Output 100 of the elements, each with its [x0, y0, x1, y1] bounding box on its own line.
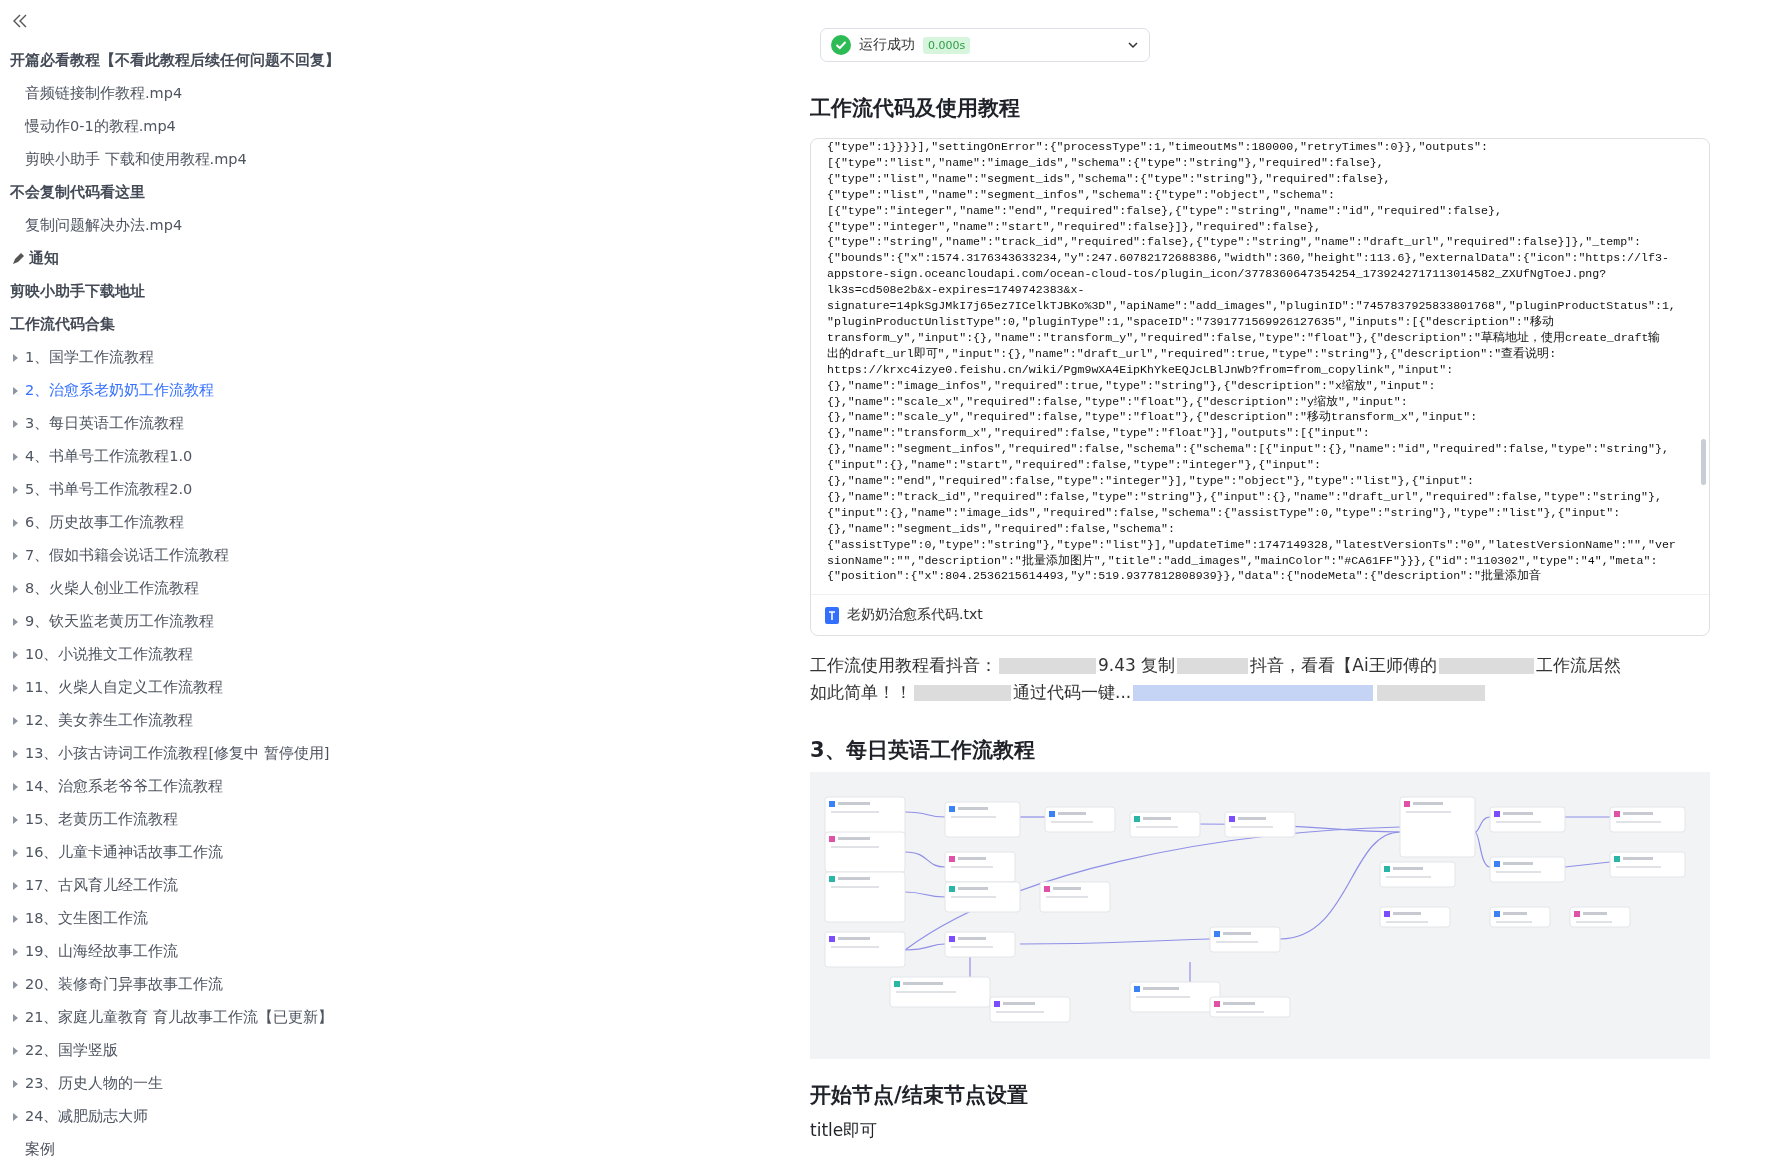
- caret-icon[interactable]: [11, 419, 19, 428]
- code-line: {"bounds":{"x":1574.3176343633234,"y":247.60782172688386,"width":360,"height":113.6},"externalData":{"icon":"https://lf3-: [827, 250, 1670, 267]
- sidebar-item[interactable]: 不会复制代码看这里: [8, 176, 800, 209]
- code-line: {"position":{"x":804.2536215614493,"y":519.9377812808939}},"data":{"nodeMeta":{"description":"批量添加音: [827, 568, 1542, 585]
- caret-icon[interactable]: [11, 518, 19, 527]
- sidebar-item[interactable]: 16、儿童卡通神话故事工作流: [8, 836, 800, 869]
- sidebar-item[interactable]: 工作流代码合集: [8, 308, 800, 341]
- caret-icon[interactable]: [11, 914, 19, 923]
- note-text: 抖音，看看【Ai王师傅的: [1250, 654, 1437, 677]
- caret-icon[interactable]: [11, 1046, 19, 1055]
- sidebar-item[interactable]: 3、每日英语工作流教程: [8, 407, 800, 440]
- sidebar-item[interactable]: 11、火柴人自定义工作流教程: [8, 671, 800, 704]
- sidebar-item[interactable]: 18、文生图工作流: [8, 902, 800, 935]
- code-line: transform_y","input":{},"name":"transform_y","required":false,"type":"float"},{"description":"草稿地址，使用create_draft输: [827, 329, 1662, 346]
- sidebar-item[interactable]: 7、假如书籍会说话工作流教程: [8, 539, 800, 572]
- note-text: 通过代码一键...: [1013, 681, 1132, 704]
- code-line: {"input":{},"name":"start","required":false,"type":"integer"},{"input":: [827, 457, 1322, 474]
- sidebar-item[interactable]: 19、山海经故事工作流: [8, 935, 800, 968]
- caret-icon[interactable]: [11, 1013, 19, 1022]
- caret-icon[interactable]: [11, 617, 19, 626]
- caret-icon[interactable]: [11, 452, 19, 461]
- pen-icon: [10, 250, 26, 267]
- code-line: {"type":1}}}}],"settingOnError":{"processType":1,"timeoutMs":180000,"retryTimes":0}},"outputs":: [827, 139, 1489, 155]
- sidebar-item[interactable]: 23、历史人物的一生: [8, 1067, 800, 1100]
- code-line: {"type":"string","name":"track_id","required":false},{"type":"string","name":"draft_url","required":false}]},"_temp":: [827, 234, 1642, 251]
- sidebar-item[interactable]: 6、历史故事工作流教程: [8, 506, 800, 539]
- sidebar-item[interactable]: 10、小说推文工作流教程: [8, 638, 800, 671]
- sidebar-item[interactable]: 慢动作0-1的教程.mp4: [8, 110, 800, 143]
- run-time-tag: 0.000s: [923, 36, 971, 54]
- sidebar-item[interactable]: 音频链接制作教程.mp4: [8, 77, 800, 110]
- code-line: {},"name":"scale_x","required":false,"type":"float"},{"description":"y缩放","input":: [827, 393, 1409, 410]
- code-line: {"input":{},"name":"image_ids","required":false,"schema":{"assistType":0,"type":"string"},"type":"list"},{"input":: [827, 504, 1622, 521]
- section-heading: 工作流代码及使用教程: [810, 95, 1021, 122]
- sidebar-item[interactable]: 17、古风育儿经工作流: [8, 869, 800, 902]
- caret-icon[interactable]: [11, 650, 19, 659]
- sidebar-item[interactable]: 24、减肥励志大师: [8, 1100, 800, 1133]
- code-line: {},"name":"segment_ids","required":false,"schema":: [827, 520, 1176, 537]
- run-status-text: 运行成功: [859, 36, 915, 54]
- code-line: {},"name":"end","required":false,"type":"integer"}],"type":"object"},"type":"list"},{"input":: [827, 473, 1476, 489]
- sidebar-item[interactable]: 21、家庭儿童教育 育儿故事工作流【已更新】: [8, 1001, 800, 1034]
- sidebar-item[interactable]: 12、美女养生工作流教程: [8, 704, 800, 737]
- code-line: {"type":"list","name":"segment_infos","schema":{"type":"object","schema":: [827, 186, 1336, 203]
- sidebar-item[interactable]: 开篇必看教程【不看此教程后续任何问题不回复】: [8, 44, 800, 77]
- code-line: {},"name":"transform_x","required":false,"type":"float"}],"outputs":[{"input":: [827, 425, 1371, 442]
- sidebar-item[interactable]: 20、装修奇门异事故事工作流: [8, 968, 800, 1001]
- caret-icon[interactable]: [11, 353, 19, 362]
- attachment-link[interactable]: 老奶奶治愈系代码.txt: [847, 606, 983, 624]
- sidebar-item[interactable]: 剪映小助手 下载和使用教程.mp4: [8, 143, 800, 176]
- sidebar-item[interactable]: 4、书单号工作流教程1.0: [8, 440, 800, 473]
- caret-icon[interactable]: [11, 782, 19, 791]
- code-line: {"assistType":0,"type":"string"},"type":"list"}],"updateTime":1747149328,"latestVersionTs":"0","latestVersionName":"","ver: [827, 536, 1677, 553]
- note-text: 工作流使用教程看抖音：: [810, 654, 997, 677]
- code-line: {},"name":"track_id","required":false,"type":"string"},{"input":{},"name":"draft_url","required":false,"type":"string"},: [827, 488, 1663, 505]
- caret-icon[interactable]: [11, 551, 19, 560]
- caret-icon[interactable]: [11, 881, 19, 890]
- caret-icon[interactable]: [11, 815, 19, 824]
- code-line: [{"type":"integer","name":"end","required":false},{"type":"string","name":"id","required":false},: [827, 202, 1503, 219]
- body-text: title即可: [810, 1119, 879, 1142]
- code-line: "pluginProductUnlistType":0,"pluginType":1,"spaceID":"7391771569926127635","inputs":[{"description":"移动: [827, 313, 1555, 330]
- caret-icon[interactable]: [11, 485, 19, 494]
- caret-icon[interactable]: [11, 716, 19, 725]
- sidebar-item[interactable]: 1、国学工作流教程: [8, 341, 800, 374]
- sidebar-item[interactable]: 22、国学竖版: [8, 1034, 800, 1067]
- chevron-down-icon: [1127, 39, 1139, 51]
- code-line: appstore-sign.oceancloudapi.com/ocean-cloud-tos/plugin_icon/3778360647354254_1739242717113014582_ZXUfNgToeJ.png?: [827, 266, 1608, 283]
- section-heading: 3、每日英语工作流教程: [810, 737, 1036, 764]
- caret-icon[interactable]: [11, 683, 19, 692]
- caret-icon[interactable]: [11, 848, 19, 857]
- collapse-icon[interactable]: [11, 12, 29, 30]
- code-line: {"type":"integer","name":"start","required":false}]},"required":false},: [827, 218, 1322, 235]
- sidebar-item[interactable]: 8、火柴人创业工作流教程: [8, 572, 800, 605]
- sidebar-item[interactable]: 9、钦天监老黄历工作流教程: [8, 605, 800, 638]
- sidebar-item[interactable]: 2、治愈系老奶奶工作流教程: [8, 374, 800, 407]
- sidebar-item[interactable]: 通知: [8, 242, 800, 275]
- sidebar-item[interactable]: 15、老黄历工作流教程: [8, 803, 800, 836]
- code-line: lk3s=cd508e2b&x-expires=1749742383&x-: [827, 282, 1086, 299]
- sidebar-item[interactable]: 复制问题解决办法.mp4: [8, 209, 800, 242]
- code-line: sionName":"","description":"批量添加图片","title":"add_images","mainColor":"#CA61FF"}}},{"id":"110302","type":"4","meta":: [827, 552, 1659, 569]
- note-text: 如此简单！！: [810, 681, 912, 704]
- caret-icon[interactable]: [11, 749, 19, 758]
- sidebar-item[interactable]: 剪映小助手下载地址: [8, 275, 800, 308]
- sidebar-item[interactable]: 案例: [8, 1133, 800, 1166]
- caret-icon[interactable]: [11, 1079, 19, 1088]
- section-heading: 开始节点/结束节点设置: [810, 1082, 1029, 1109]
- caret-icon[interactable]: [11, 947, 19, 956]
- note-text: 9.43 复制: [1098, 654, 1176, 677]
- sidebar-item[interactable]: 5、书单号工作流教程2.0: [8, 473, 800, 506]
- caret-icon[interactable]: [11, 1112, 19, 1121]
- note-text: 工作流居然: [1535, 654, 1621, 677]
- caret-icon[interactable]: [11, 980, 19, 989]
- scrollbar-thumb[interactable]: [1701, 439, 1706, 485]
- code-line: 出的draft_url即可","input":{},"name":"draft_url","required":true,"type":"string"},{"description":"查看说明:: [827, 345, 1558, 362]
- code-line: [{"type":"list","name":"image_ids","schema":{"type":"string"},"required":false},: [827, 154, 1385, 171]
- sidebar-item[interactable]: 14、治愈系老爷爷工作流教程: [8, 770, 800, 803]
- check-icon: [831, 35, 851, 55]
- code-line: {"type":"list","name":"segment_ids","schema":{"type":"string"},"required":false},: [827, 170, 1392, 187]
- caret-icon[interactable]: [11, 386, 19, 395]
- caret-icon[interactable]: [11, 584, 19, 593]
- sidebar-item[interactable]: 13、小孩古诗词工作流教程[修复中 暂停使用]: [8, 737, 800, 770]
- code-line: signature=14pkSgJMkI7j65ez7ICelkTJBKo%3D","apiName":"add_images","pluginID":"7457837925833801768","pluginProductStatus":1,: [827, 298, 1677, 314]
